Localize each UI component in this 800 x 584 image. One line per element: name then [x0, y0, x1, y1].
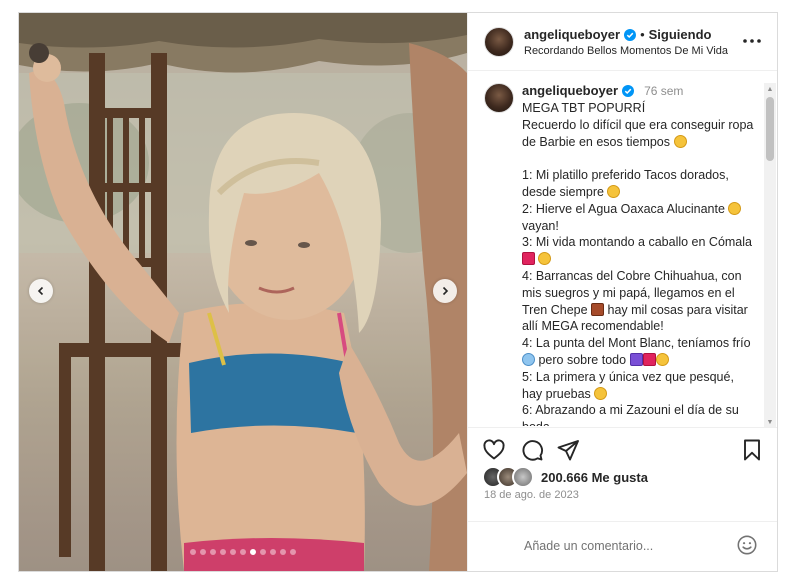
grinning-emoji-icon — [594, 386, 608, 400]
carousel-dot — [260, 549, 266, 555]
more-options-icon[interactable] — [742, 33, 762, 51]
comment-input[interactable] — [524, 536, 724, 556]
likes-row: 200.666 Me gusta — [482, 466, 648, 488]
caption-line: 4: La punta del Mont Blanc, teníamos frí… — [522, 336, 751, 367]
carousel-dot — [270, 549, 276, 555]
next-slide-button[interactable] — [433, 279, 457, 303]
post-modal: angeliqueboyer • Siguiendo Recordando Be… — [18, 12, 778, 572]
caption-line: 1: Mi platillo preferido Tacos dorados, … — [522, 168, 729, 199]
caption-line: 5: La primera y única vez que pesqué, ha… — [522, 369, 734, 401]
carousel-dot — [200, 549, 206, 555]
header-user-line: angeliqueboyer • Siguiendo — [524, 27, 711, 42]
heart-icon[interactable] — [482, 438, 506, 462]
star-eyes-emoji-icon — [538, 252, 552, 266]
paper-plane-icon[interactable] — [556, 438, 580, 462]
likes-count[interactable]: 200.666 Me gusta — [541, 470, 648, 485]
caption-line: 3: Mi vida montando a caballo en Cómala — [522, 234, 754, 268]
previous-slide-button[interactable] — [29, 279, 53, 303]
star-eyes-emoji-icon — [655, 352, 669, 366]
carousel-dot — [250, 549, 256, 555]
caption-scrollbar[interactable]: ▲ ▼ — [764, 83, 776, 428]
carousel-dot — [210, 549, 216, 555]
caption-intro: Recuerdo lo difícil que era conseguir ro… — [522, 117, 754, 149]
carousel-dot — [290, 549, 296, 555]
carousel-dot — [190, 549, 196, 555]
post-date[interactable]: 18 de ago. de 2023 — [484, 489, 579, 501]
caption-line: 4: Barrancas del Cobre Chihuahua, con mi… — [522, 268, 748, 334]
horse-emoji-icon — [522, 252, 535, 266]
comment-icon[interactable] — [520, 438, 544, 462]
action-bar — [468, 427, 777, 471]
scrollbar-thumb[interactable] — [766, 97, 774, 161]
caption-text: MEGA TBT POPURRÍ Recuerdo lo difícil que… — [522, 100, 754, 426]
post-header: angeliqueboyer • Siguiendo Recordando Be… — [468, 13, 777, 71]
caption-header: angeliqueboyer 76 sem — [522, 83, 683, 98]
comment-box — [468, 521, 777, 571]
caption-line: 6: Abrazando a mi Zazouni el día de su b… — [522, 403, 739, 426]
photo-illustration — [19, 13, 467, 571]
post-photo[interactable] — [19, 13, 467, 571]
caption-line: 2: Hierve el Agua Oaxaca Alucinante vaya… — [522, 201, 754, 235]
red-heart-emoji-icon — [642, 352, 656, 366]
verified-badge-icon — [624, 28, 637, 41]
carousel-dot — [280, 549, 286, 555]
chevron-left-icon — [37, 286, 44, 296]
carousel-dot — [230, 549, 236, 555]
author-avatar[interactable] — [484, 27, 514, 57]
bookmark-icon[interactable] — [740, 438, 764, 462]
grinning-emoji-icon — [607, 184, 621, 198]
emoji-smile-icon[interactable] — [736, 534, 758, 556]
star-eyes-emoji-icon — [728, 201, 742, 215]
verified-badge-icon — [622, 84, 635, 97]
caption-area: angeliqueboyer 76 sem MEGA TBT POPURRÍ R… — [468, 71, 777, 426]
infinity-emoji-icon — [629, 352, 643, 366]
caption-username[interactable]: angeliqueboyer — [522, 83, 618, 98]
liker-avatar — [512, 466, 534, 488]
snowflake-emoji-icon — [522, 352, 535, 366]
carousel-dot — [240, 549, 246, 555]
caption-author-avatar[interactable] — [484, 83, 514, 113]
audio-subtitle[interactable]: Recordando Bellos Momentos De Mi Vida — [524, 45, 728, 57]
header-separator: • — [640, 27, 645, 42]
post-details-panel: angeliqueboyer • Siguiendo Recordando Be… — [467, 13, 777, 571]
following-button[interactable]: Siguiendo — [649, 27, 712, 42]
chevron-right-icon — [442, 286, 449, 296]
caption-time[interactable]: 76 sem — [644, 84, 683, 98]
author-username[interactable]: angeliqueboyer — [524, 27, 620, 42]
caption-title: MEGA TBT POPURRÍ — [522, 101, 646, 115]
grinning-emoji-icon — [673, 134, 687, 148]
train-emoji-icon — [591, 302, 605, 316]
carousel-indicator — [19, 549, 467, 555]
scroll-up-arrow-icon[interactable]: ▲ — [764, 83, 776, 95]
carousel-dot — [220, 549, 226, 555]
